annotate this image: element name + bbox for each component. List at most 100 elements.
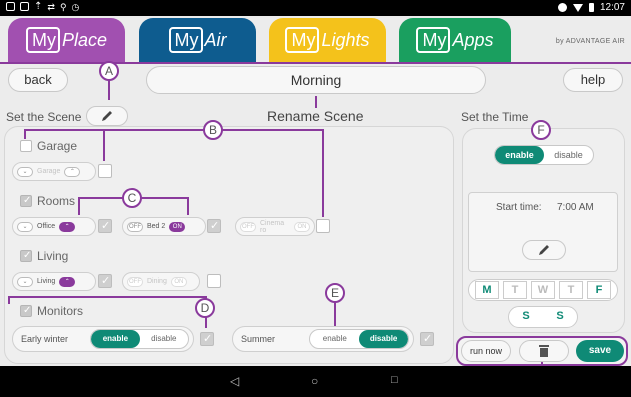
zone-checkbox[interactable]	[98, 274, 112, 288]
pencil-icon	[102, 111, 112, 121]
callout-line	[315, 96, 317, 108]
group-checkbox-living[interactable]	[20, 250, 32, 262]
tab-my-label: My	[25, 27, 60, 53]
tab-myair[interactable]: My Air	[139, 18, 256, 62]
monitor-summer: Summer enable disable	[232, 326, 414, 352]
home-nav-icon[interactable]: ○	[311, 374, 318, 388]
help-button[interactable]: help	[563, 68, 623, 92]
zone-checkbox[interactable]	[98, 164, 112, 178]
monitor-checkbox[interactable]	[420, 332, 434, 346]
zone-label: Dining	[147, 278, 167, 285]
trash-icon	[539, 345, 549, 357]
back-button[interactable]: back	[8, 68, 68, 92]
save-button[interactable]: save	[576, 340, 624, 362]
day-wednesday[interactable]: W	[531, 281, 555, 299]
clock-time: 12:07	[599, 2, 625, 13]
group-checkbox-rooms[interactable]	[20, 195, 32, 207]
on-toggle: ON	[170, 276, 187, 287]
tab-mylights[interactable]: My Lights	[269, 18, 386, 62]
set-time-label: Set the Time	[461, 110, 529, 124]
group-title: Living	[37, 249, 69, 263]
battery-icon	[588, 3, 594, 12]
edit-scene-button[interactable]	[86, 106, 128, 126]
chevron-down-icon: ⌄	[17, 276, 33, 287]
on-toggle: ON	[169, 221, 186, 232]
alarm-icon: ◷	[71, 2, 80, 12]
run-now-button[interactable]: run now	[461, 340, 511, 362]
start-time-value: 7:00 AM	[557, 202, 594, 213]
disable-option[interactable]: disable	[140, 330, 188, 348]
tab-my-label: My	[168, 27, 203, 53]
pencil-icon	[539, 245, 549, 255]
tab-suffix-label: Apps	[452, 29, 494, 50]
back-nav-icon[interactable]: ◁	[230, 374, 239, 388]
tab-suffix-label: Lights	[321, 29, 370, 50]
monitor-toggle[interactable]: enable disable	[90, 329, 189, 349]
recents-nav-icon[interactable]: □	[391, 374, 398, 386]
android-nav-bar: ◁ ○ □	[0, 366, 631, 397]
off-toggle: OFF	[240, 221, 256, 232]
off-toggle: OFF	[127, 221, 143, 232]
zone-bed2[interactable]: OFF Bed 2 ON	[122, 217, 206, 236]
day-friday[interactable]: F	[587, 281, 611, 299]
schedule-toggle[interactable]: enable disable	[494, 145, 594, 165]
zone-cinema[interactable]: OFF Cinema ro ON	[235, 217, 315, 236]
disable-option[interactable]: disable	[544, 146, 593, 164]
wifi-icon	[572, 3, 583, 12]
zone-checkbox[interactable]	[207, 274, 221, 288]
delete-button[interactable]	[519, 340, 569, 362]
callout-line	[108, 80, 110, 100]
on-toggle: ON	[294, 221, 310, 232]
monitor-label: Summer	[241, 334, 276, 344]
start-time-box	[468, 192, 618, 272]
callout-line	[8, 296, 10, 304]
zone-living[interactable]: ⌄ Living ⌃	[12, 272, 96, 291]
tab-suffix-label: Air	[204, 29, 227, 50]
chevron-up-icon: ⌃	[59, 276, 76, 287]
chevron-down-icon: ⌄	[17, 221, 33, 232]
rename-scene-label: Rename Scene	[267, 108, 364, 124]
status-right: 12:07	[557, 2, 625, 13]
enable-option[interactable]: enable	[91, 330, 140, 348]
monitor-checkbox[interactable]	[200, 332, 214, 346]
callout-b: B	[203, 120, 223, 140]
zone-checkbox[interactable]	[98, 219, 112, 233]
group-checkbox-garage[interactable]	[20, 140, 32, 152]
monitor-toggle[interactable]: enable disable	[309, 329, 409, 349]
weekday-selector: M T W T F	[468, 279, 618, 301]
tab-my-label: My	[416, 27, 451, 53]
day-tuesday[interactable]: T	[503, 281, 527, 299]
enable-option[interactable]: enable	[495, 146, 544, 164]
tab-my-label: My	[285, 27, 320, 53]
scene-name-field[interactable]: Morning	[146, 66, 486, 94]
zone-office[interactable]: ⌄ Office ⌃	[12, 217, 96, 236]
zone-label: Garage	[37, 168, 61, 175]
callout-a: A	[99, 61, 119, 81]
shuffle-icon: ⇄	[47, 2, 55, 12]
group-checkbox-monitors[interactable]	[20, 305, 32, 317]
zone-garage[interactable]: ⌄ Garage ⌃	[12, 162, 96, 181]
notification-icons: ⇡ ⇄ ⚲ ◷	[6, 2, 79, 12]
zone-dining[interactable]: OFF Dining ON	[122, 272, 200, 291]
notification-icon	[20, 2, 29, 11]
day-monday[interactable]: M	[475, 281, 499, 299]
tab-underline	[0, 62, 631, 64]
callout-line	[103, 129, 105, 161]
weekend-selector: S S	[508, 306, 578, 328]
group-title: Monitors	[37, 304, 84, 318]
edit-time-button[interactable]	[522, 240, 566, 260]
chevron-up-icon: ⌃	[59, 221, 76, 232]
enable-option[interactable]: enable	[310, 330, 359, 348]
day-saturday[interactable]: S	[514, 308, 538, 326]
group-title: Garage	[37, 139, 78, 153]
callout-line	[78, 197, 80, 215]
set-scene-label: Set the Scene	[6, 110, 82, 124]
zone-checkbox[interactable]	[316, 219, 330, 233]
day-sunday[interactable]: S	[548, 308, 572, 326]
tab-myapps[interactable]: My Apps	[399, 18, 511, 62]
zone-checkbox[interactable]	[207, 219, 221, 233]
day-thursday[interactable]: T	[559, 281, 583, 299]
tab-myplace[interactable]: My Place	[8, 18, 125, 62]
disable-option[interactable]: disable	[359, 330, 408, 348]
callout-f: F	[531, 120, 551, 140]
